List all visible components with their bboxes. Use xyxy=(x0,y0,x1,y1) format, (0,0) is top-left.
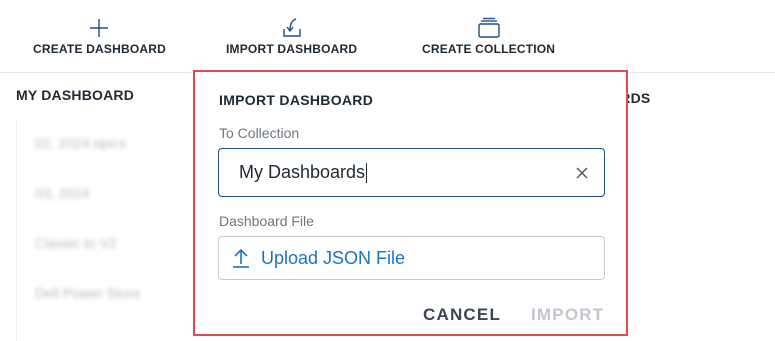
upload-arrow-icon xyxy=(231,247,251,269)
import-dashboard-label: IMPORT DASHBOARD xyxy=(226,42,358,56)
dashboard-list: 02, 2024 opics 03, 2024 Classic to V2 De… xyxy=(16,120,192,341)
collection-value: My Dashboards xyxy=(239,162,366,182)
import-dashboard-dialog: IMPORT DASHBOARD To Collection My Dashbo… xyxy=(193,70,628,336)
create-collection-button[interactable]: CREATE COLLECTION xyxy=(422,16,555,56)
import-button[interactable]: IMPORT xyxy=(531,305,604,325)
to-collection-label: To Collection xyxy=(219,125,300,141)
close-icon[interactable] xyxy=(574,165,590,181)
list-item[interactable]: 02, 2024 opics xyxy=(35,135,126,151)
top-toolbar: CREATE DASHBOARD IMPORT DASHBOARD CREATE… xyxy=(0,0,775,73)
text-caret xyxy=(366,162,368,183)
my-dashboard-heading: MY DASHBOARD xyxy=(16,87,135,103)
upload-json-button[interactable]: Upload JSON File xyxy=(218,236,605,280)
dashboard-file-label: Dashboard File xyxy=(219,213,314,229)
import-icon xyxy=(281,16,303,40)
import-dashboard-button[interactable]: IMPORT DASHBOARD xyxy=(226,16,357,56)
create-dashboard-button[interactable]: CREATE DASHBOARD xyxy=(33,16,166,56)
list-item[interactable]: Classic to V2 xyxy=(35,235,117,251)
cancel-button[interactable]: CANCEL xyxy=(423,305,501,325)
list-item[interactable]: 03, 2024 xyxy=(35,185,90,201)
collection-icon xyxy=(477,16,501,40)
plus-icon xyxy=(89,16,109,40)
create-collection-label: CREATE COLLECTION xyxy=(422,42,556,56)
collection-select[interactable]: My Dashboards xyxy=(218,148,605,197)
dialog-title: IMPORT DASHBOARD xyxy=(219,92,374,108)
list-item[interactable]: Dell Power Store xyxy=(35,285,140,301)
upload-label: Upload JSON File xyxy=(261,247,406,268)
create-dashboard-label: CREATE DASHBOARD xyxy=(33,42,166,56)
